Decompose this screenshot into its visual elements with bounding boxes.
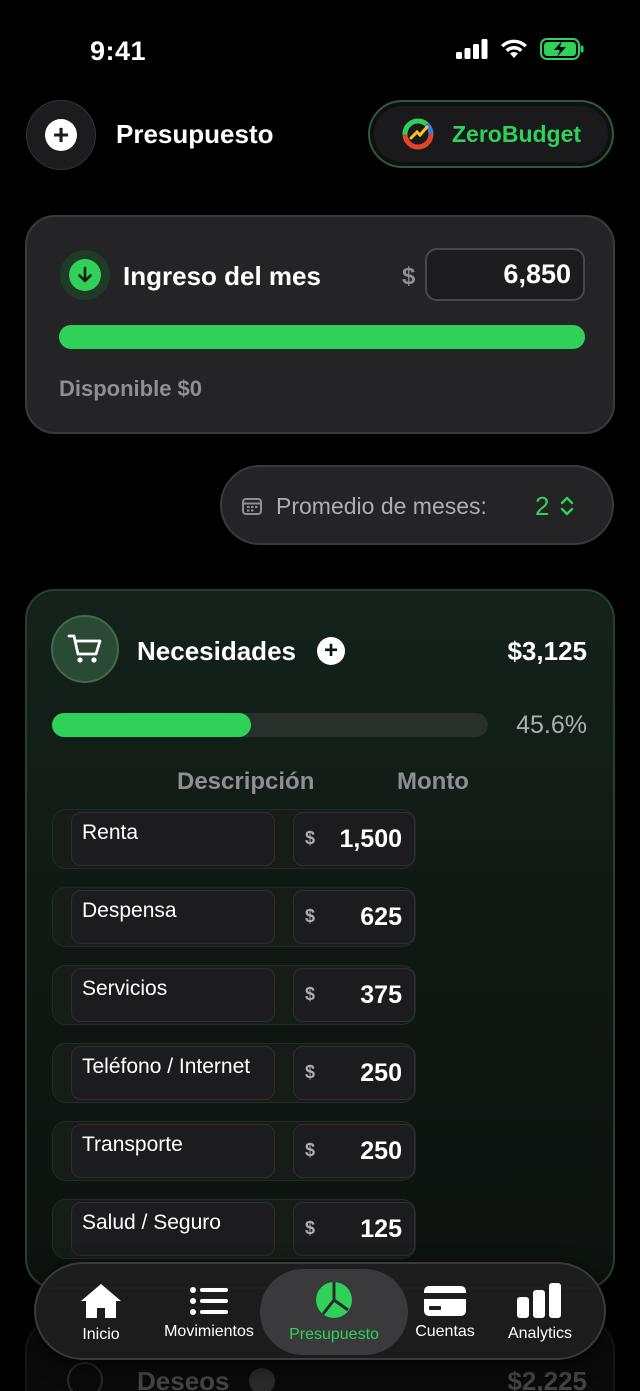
list-icon [190,1287,228,1315]
income-currency: $ [402,263,416,290]
row-amount: 250 [360,1137,402,1165]
status-bar: 9:41 [0,0,640,100]
arrow-down-icon [69,259,101,291]
income-progress-bar [59,325,585,349]
tab-label: Movimientos [164,1323,254,1340]
cart-icon [51,615,119,683]
budget-row: Transporte $ 250 [52,1121,416,1181]
row-amount: 250 [360,1059,402,1087]
row-currency: $ [305,1062,316,1082]
income-title: Ingreso del mes [123,261,321,291]
row-description-field[interactable]: Salud / Seguro [71,1202,275,1256]
row-currency: $ [305,906,316,926]
chevron-up-down-icon [560,496,574,516]
needs-title: Necesidades [137,636,296,666]
row-currency: $ [305,1140,316,1160]
needs-card: Necesidades + $3,125 45.6% Descripción M… [25,589,615,1289]
row-currency: $ [305,828,316,848]
row-description-field[interactable]: Teléfono / Internet [71,1046,275,1100]
average-months-value: 2 [535,491,550,521]
row-amount-field[interactable]: $ 625 [293,890,415,944]
zerobudget-button[interactable]: ZeroBudget [368,100,614,168]
status-icons [456,38,584,60]
row-amount-field[interactable]: $ 375 [293,968,415,1022]
wants-total: $2,225 [507,1366,587,1391]
pie-chart-icon [316,1282,352,1318]
row-amount: 625 [360,903,402,931]
row-description-field[interactable]: Despensa [71,890,275,944]
add-want-button[interactable] [249,1368,275,1391]
tab-label: Analytics [507,1325,573,1342]
status-time: 9:41 [90,36,147,66]
bar-chart-icon [517,1283,561,1318]
budget-row: Servicios $ 375 [52,965,416,1025]
row-amount-field[interactable]: $ 250 [293,1046,415,1100]
row-description-field[interactable]: Renta [71,812,275,866]
income-icon-wrapper [60,250,110,300]
battery-charging-icon [540,38,584,60]
row-amount-field[interactable]: $ 1,500 [293,812,415,866]
column-header-amount: Monto [397,768,469,795]
budget-row: Salud / Seguro $ 125 [52,1199,416,1259]
plus-icon: + [45,119,77,151]
tab-label: Cuentas [415,1323,475,1340]
add-button[interactable]: + [26,100,96,170]
income-available: Disponible $0 [59,376,203,401]
row-description-field[interactable]: Transporte [71,1124,275,1178]
row-amount-field[interactable]: $ 250 [293,1124,415,1178]
wifi-icon [501,39,527,58]
wants-title: Deseos [137,1366,230,1391]
zerobudget-logo-icon [402,118,434,150]
tab-cuentas[interactable]: Cuentas [406,1264,484,1362]
row-amount: 125 [360,1215,402,1243]
row-description-field[interactable]: Servicios [71,968,275,1022]
add-need-button[interactable]: + [317,637,345,665]
budget-row: Teléfono / Internet $ 250 [52,1043,416,1103]
needs-percent: 45.6% [516,711,587,739]
budget-row: Despensa $ 625 [52,887,416,947]
average-months-selector[interactable]: Promedio de meses: 2 [220,465,614,545]
tab-presupuesto[interactable]: Presupuesto [260,1269,408,1355]
row-amount-field[interactable]: $ 125 [293,1202,415,1256]
wants-icon [67,1362,103,1391]
budget-row: Renta $ 1,500 [52,809,416,869]
needs-progress-track [52,713,488,737]
needs-progress-fill [52,713,251,737]
tab-label: Presupuesto [289,1326,379,1343]
tab-label: Inicio [82,1326,120,1343]
row-currency: $ [305,984,316,1004]
page-title: Presupuesto [116,119,274,149]
tab-inicio[interactable]: Inicio [56,1264,146,1362]
row-amount: 1,500 [339,825,402,853]
tab-movimientos[interactable]: Movimientos [152,1264,266,1362]
brand-label: ZeroBudget [452,120,582,147]
income-card: Ingreso del mes $ 6,850 Disponible $0 [25,215,615,434]
card-icon [424,1286,466,1316]
calendar-icon [242,498,262,515]
income-amount-field[interactable]: 6,850 [425,248,585,301]
tab-analytics[interactable]: Analytics [492,1264,588,1362]
average-months-label: Promedio de meses: [276,493,487,519]
row-amount: 375 [360,981,402,1009]
tab-bar: Inicio Movimientos Presupuesto Cuentas A… [34,1262,606,1360]
needs-total: $3,125 [507,636,587,666]
row-currency: $ [305,1218,316,1238]
home-icon [81,1284,121,1318]
header: + Presupuesto ZeroBudget [0,100,640,170]
column-header-description: Descripción [177,768,315,795]
cellular-signal-icon [456,39,488,59]
